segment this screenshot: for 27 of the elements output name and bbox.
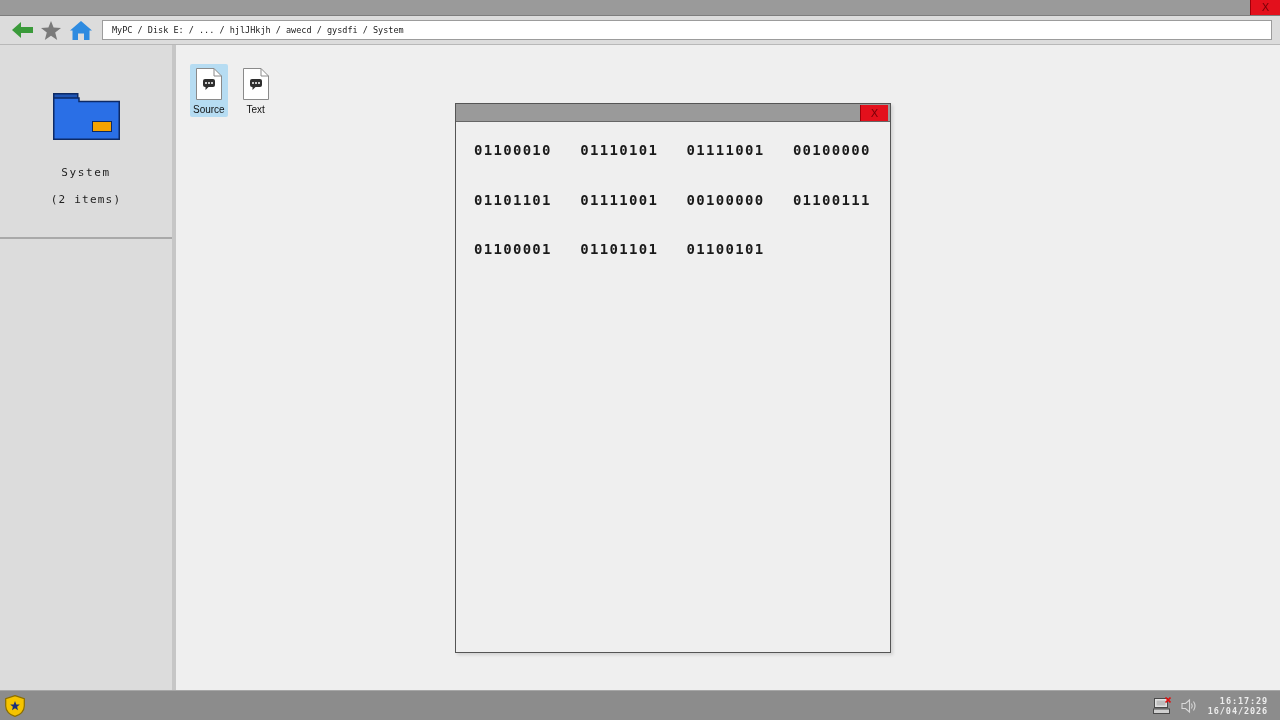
binary-text: 01101101 bbox=[580, 240, 659, 258]
folder-name: System bbox=[61, 166, 111, 180]
document-icon bbox=[242, 68, 269, 100]
binary-text: 01100101 bbox=[686, 240, 765, 258]
shield-icon[interactable] bbox=[5, 694, 25, 717]
back-arrow-icon[interactable] bbox=[12, 22, 33, 38]
binary-text: 01100010 bbox=[474, 141, 552, 159]
binary-text: 01100111 bbox=[792, 190, 871, 209]
home-icon[interactable] bbox=[70, 20, 92, 40]
speaker-icon[interactable] bbox=[1180, 697, 1197, 714]
binary-text: 01101101 bbox=[474, 190, 552, 209]
clock-date: 16/04/2026 bbox=[1207, 705, 1268, 716]
binary-text: 00100000 bbox=[686, 190, 765, 209]
binary-text: 01111001 bbox=[686, 141, 765, 159]
binary-text: 01110101 bbox=[580, 141, 659, 159]
folder-icon bbox=[52, 93, 120, 140]
binary-text: 01100001 bbox=[474, 240, 552, 258]
clock-time: 16:17:29 bbox=[1219, 695, 1268, 706]
document-icon bbox=[195, 68, 222, 100]
address-field[interactable]: MyPC / Disk E: / ... / hjlJHkjh / awecd / gysdfi / System bbox=[102, 20, 1272, 40]
binary-text: 00100000 bbox=[792, 141, 871, 159]
file-item[interactable]: Source bbox=[190, 64, 228, 117]
computer-icon[interactable] bbox=[1152, 697, 1171, 714]
binary-text: 01111001 bbox=[580, 190, 659, 209]
file-item[interactable]: Text bbox=[239, 64, 272, 117]
star-icon[interactable] bbox=[41, 20, 61, 40]
item-count: (2 items) bbox=[50, 193, 122, 207]
